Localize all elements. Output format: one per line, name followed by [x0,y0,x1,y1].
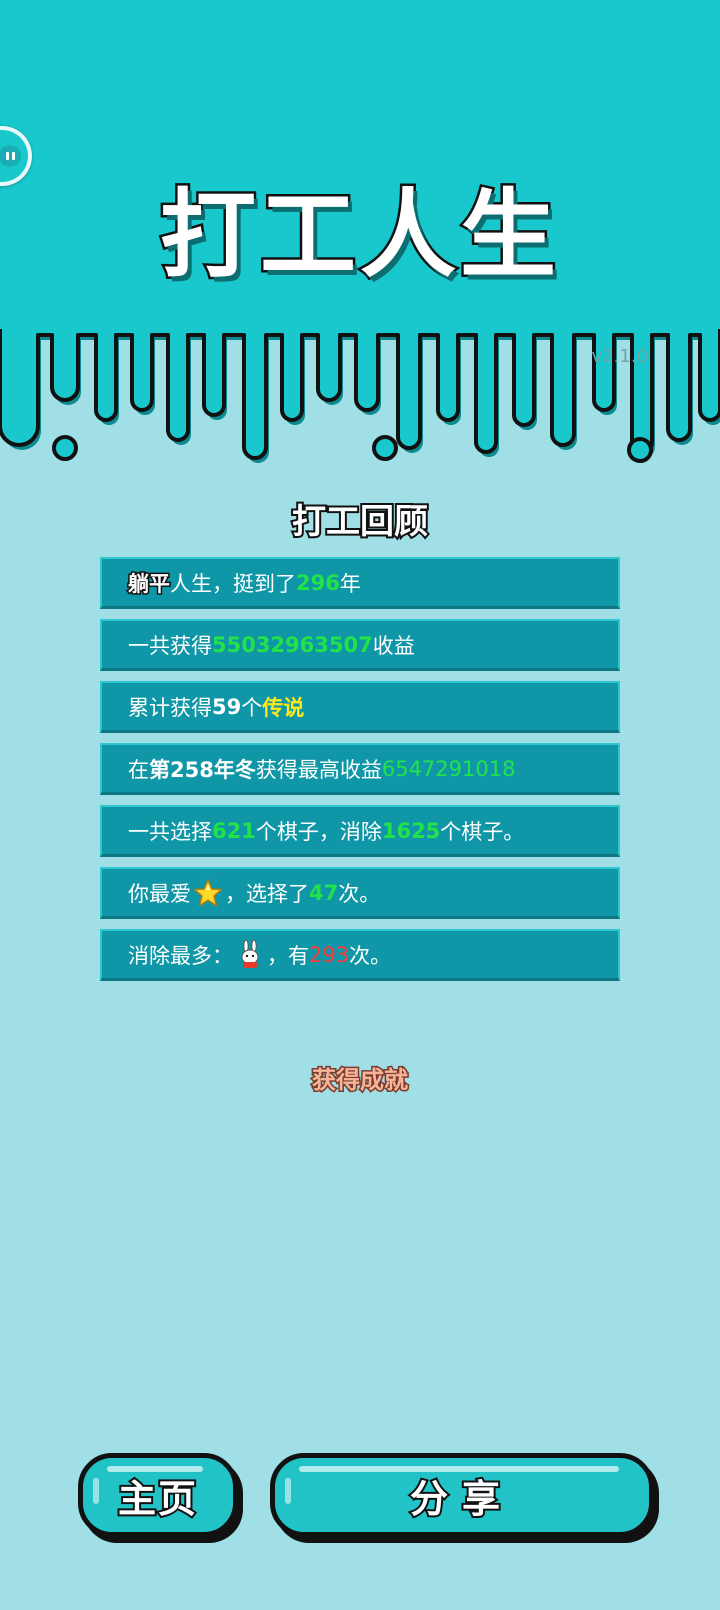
version-label: v2.1.0 [591,346,648,367]
stat-text: 47 [309,880,339,905]
stat-row: 一共获得 55032963507 收益 [100,619,620,671]
home-button[interactable]: 主页 [78,1453,238,1537]
stat-row: 躺平 人生，挺到了 296 年 [100,557,620,609]
stat-row: 累计获得 59 个传说 [100,681,620,733]
stat-text: 个棋子。 [440,819,525,844]
stat-text: 621 [212,818,256,843]
stat-text: ，有 [267,943,309,968]
achievement-label[interactable]: 获得成就 [0,1062,720,1098]
pause-icon [0,145,21,167]
stat-text: 59 [212,694,242,719]
share-button-label: 分享 [408,1475,514,1523]
stat-text: 获得最高收益 [255,757,382,782]
stat-text: 你最爱 [128,881,191,906]
stat-text: 消除最多： [128,943,233,968]
game-title: 打工人生 [158,177,560,294]
stat-text: 收益 [372,633,415,658]
stat-text: 个棋子，消除 [255,819,382,844]
stat-text: 55032963507 [212,632,373,657]
stat-text: 次。 [349,943,392,968]
stat-text: 296 [296,570,340,595]
share-button[interactable]: 分享 [270,1453,654,1537]
review-title: 打工回顾 [290,500,430,544]
stat-text: 累计获得 [128,695,212,720]
stat-text: 躺平 [127,570,172,597]
stat-text: 一共获得 [128,633,212,658]
stat-text: 传说 [262,695,305,720]
stat-text: ，选择了 [225,881,309,906]
stat-text: 人生，挺到了 [170,571,296,596]
stat-text: 6547291018 [381,756,516,781]
rabbit-icon [235,939,265,970]
review-stats-list: 躺平 人生，挺到了 296 年一共获得 55032963507 收益 累计获得 59 个传说在 … [100,557,620,991]
stat-text: 在 [128,757,149,782]
stat-text: 个 [241,695,263,720]
home-button-label: 主页 [116,1475,198,1523]
stat-row: 一共选择 621 个棋子，消除 1625 个棋子。 [100,805,620,857]
stat-text: 293 [309,942,350,967]
stat-text: 1625 [381,818,441,843]
stat-row: 在 第258年冬 获得最高收益 6547291018 [100,743,620,795]
stat-row: 消除最多： ，有 293 次。 [100,929,620,981]
stat-row: 你最爱 ，选择了 47 次。 [100,867,620,919]
star-icon [193,878,223,908]
stat-text: 年 [339,571,361,596]
stat-text: 一共选择 [128,819,212,844]
stat-text: 第258年冬 [149,757,256,782]
stat-text: 次。 [338,881,381,906]
